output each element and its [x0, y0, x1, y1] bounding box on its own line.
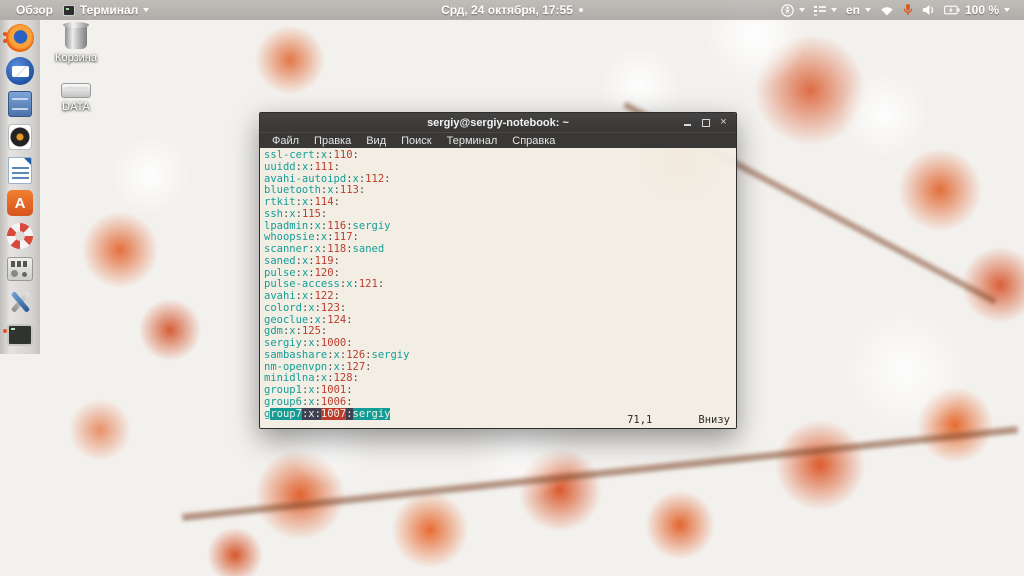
group-line: rtkit:x:114: — [264, 196, 340, 208]
dock-item-tweaks[interactable] — [4, 287, 36, 317]
dock-item-terminal[interactable] — [3, 320, 36, 350]
menu-item-4[interactable]: Терминал — [447, 135, 498, 147]
menu-item-5[interactable]: Справка — [512, 135, 555, 147]
group-lines: ssl-cert:x:110: uuidd:x:111: avahi-autoipd… — [264, 149, 736, 420]
firefox-icon — [6, 24, 34, 52]
vim-status-line: 71,1 Внизу — [260, 414, 736, 426]
group-line: group6:x:1006: — [264, 395, 353, 408]
dock-item-writer[interactable] — [4, 155, 36, 185]
dock-item-help[interactable] — [4, 221, 36, 251]
help-lifesaver-icon — [7, 223, 33, 249]
audio-mixer-icon — [7, 257, 33, 281]
wifi-icon[interactable] — [880, 5, 894, 16]
terminal-window: sergiy@sergiy-notebook: ~ × Файл Правка Ви… — [259, 112, 737, 429]
app-menu[interactable]: Терминал — [62, 3, 150, 17]
maximize-button[interactable] — [701, 118, 710, 127]
battery-indicator[interactable]: 100 % — [944, 3, 1010, 17]
language-indicator[interactable]: en — [846, 3, 871, 17]
clock[interactable]: Срд, 24 октября, 17:55 — [441, 3, 573, 17]
notification-dot-icon — [578, 8, 583, 12]
vim-position: Внизу — [698, 414, 730, 426]
accessibility-menu[interactable] — [781, 3, 805, 17]
vim-ruler: 71,1 — [627, 414, 653, 426]
dock-item-files[interactable] — [4, 89, 36, 119]
disk-label: DATA — [62, 101, 90, 113]
libreoffice-writer-icon — [8, 156, 32, 184]
volume-icon[interactable] — [922, 4, 935, 16]
microphone-icon[interactable] — [903, 4, 913, 16]
minimize-button[interactable] — [683, 118, 692, 127]
accessibility-icon — [781, 3, 794, 17]
disk-icon — [61, 83, 91, 98]
chevron-down-icon — [864, 8, 871, 12]
terminal-app-icon — [62, 4, 75, 16]
chevron-down-icon — [830, 8, 837, 12]
keyboard-layout-menu[interactable] — [813, 5, 837, 16]
terminal-titlebar[interactable]: sergiy@sergiy-notebook: ~ × — [260, 113, 736, 132]
chevron-down-icon — [798, 8, 805, 12]
menu-item-0[interactable]: Файл — [272, 135, 299, 147]
window-title: sergiy@sergiy-notebook: ~ — [427, 116, 569, 129]
menu-item-3[interactable]: Поиск — [401, 135, 431, 147]
trash-icon — [63, 22, 89, 49]
running-indicator-icon — [3, 39, 7, 43]
chevron-down-icon — [143, 8, 150, 12]
terminal-icon — [7, 324, 33, 346]
group-line: geoclue:x:124: — [264, 313, 353, 326]
menu-item-1[interactable]: Правка — [314, 135, 351, 147]
dock-item-thunderbird[interactable] — [4, 56, 36, 86]
dock-item-firefox[interactable] — [3, 23, 36, 53]
desktop[interactable]: Обзор Терминал Срд, 24 октября, 17:55 en… — [0, 0, 1024, 576]
desktop-icon-trash[interactable]: Корзина — [44, 22, 108, 64]
trash-label: Корзина — [55, 52, 97, 64]
dock: A — [0, 20, 40, 354]
top-panel: Обзор Терминал Срд, 24 октября, 17:55 en… — [0, 0, 1024, 20]
dock-item-sound-recorder[interactable] — [4, 122, 36, 152]
dock-item-software[interactable]: A — [4, 188, 36, 218]
dock-item-audio-mixer[interactable] — [4, 254, 36, 284]
battery-charging-icon — [944, 5, 960, 15]
terminal-screen[interactable]: ssl-cert:x:110: uuidd:x:111: avahi-autoipd… — [260, 148, 736, 428]
chevron-down-icon — [1004, 8, 1010, 12]
activities-button[interactable]: Обзор — [16, 3, 53, 17]
close-button[interactable]: × — [719, 117, 728, 128]
menu-item-2[interactable]: Вид — [366, 135, 386, 147]
terminal-menubar: Файл Правка Вид Поиск Терминал Справка — [260, 132, 736, 148]
file-manager-icon — [8, 91, 32, 117]
desktop-icon-data-disk[interactable]: DATA — [44, 77, 108, 113]
thunderbird-icon — [6, 57, 34, 85]
branch-decor — [181, 426, 1019, 521]
tools-icon — [7, 289, 33, 315]
keyboard-layout-icon — [813, 5, 826, 16]
running-indicator-icon — [3, 32, 7, 36]
ubuntu-software-icon: A — [7, 190, 33, 216]
sound-recorder-icon — [8, 124, 32, 150]
